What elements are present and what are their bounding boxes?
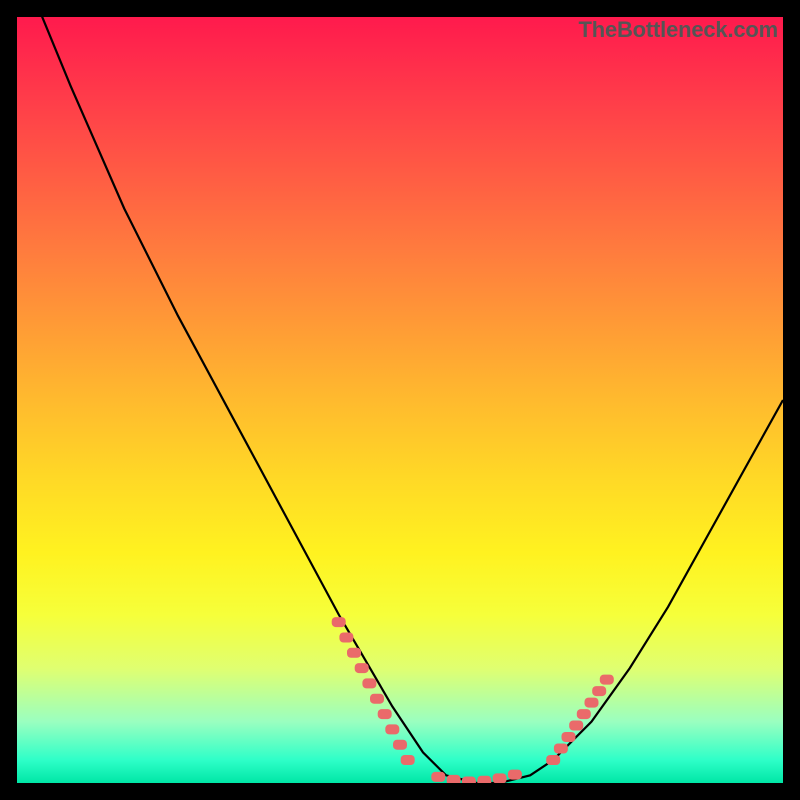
- curve-marker: [339, 633, 353, 643]
- curve-marker: [401, 755, 415, 765]
- curve-marker: [347, 648, 361, 658]
- curve-marker: [562, 732, 576, 742]
- curve-marker: [600, 675, 614, 685]
- curve-marker: [493, 773, 507, 783]
- marker-cluster-right: [546, 675, 614, 765]
- curve-marker: [585, 698, 599, 708]
- curve-marker: [508, 770, 522, 780]
- curve-marker: [577, 709, 591, 719]
- curve-marker: [385, 724, 399, 734]
- curve-marker: [592, 686, 606, 696]
- curve-marker: [554, 744, 568, 754]
- bottleneck-curve: [17, 17, 783, 783]
- watermark-text: TheBottleneck.com: [578, 17, 778, 43]
- chart-plot-area: [17, 17, 783, 783]
- curve-marker: [378, 709, 392, 719]
- curve-marker: [477, 776, 491, 783]
- curve-marker: [362, 678, 376, 688]
- curve-marker: [431, 772, 445, 782]
- curve-marker: [332, 617, 346, 627]
- marker-cluster-left: [332, 617, 415, 765]
- curve-marker: [447, 775, 461, 783]
- curve-marker: [355, 663, 369, 673]
- curve-marker: [462, 777, 476, 784]
- curve-marker: [546, 755, 560, 765]
- curve-marker: [370, 694, 384, 704]
- chart-svg: [17, 17, 783, 783]
- curve-marker: [393, 740, 407, 750]
- curve-marker: [569, 721, 583, 731]
